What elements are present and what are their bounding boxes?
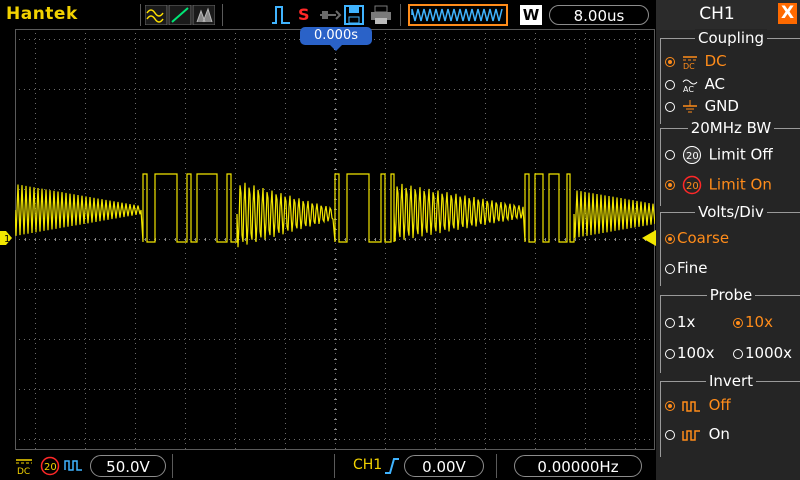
radio-selected-icon — [665, 180, 675, 190]
channel-1-marker[interactable]: 1 — [0, 231, 12, 245]
invert-section: Invert Off On — [660, 372, 800, 457]
menu-header: CH1 X — [656, 0, 800, 30]
probe-option-1000x-label: 1000x — [745, 344, 793, 362]
trigger-position-marker[interactable]: 0.000s — [300, 27, 372, 45]
divider — [172, 454, 173, 478]
volts-div-section: Volts/Div Coarse Fine — [660, 203, 800, 286]
channel-1-marker-label: 1 — [4, 234, 10, 245]
bw-option-limit-off-label: Limit Off — [708, 145, 773, 164]
probe-option-1x-label: 1x — [677, 313, 696, 331]
bw-title: 20MHz BW — [687, 119, 775, 137]
volts-option-fine-label: Fine — [677, 259, 708, 277]
bw-option-limit-on[interactable]: 20 Limit On — [665, 175, 772, 195]
invert-title: Invert — [705, 372, 757, 390]
coupling-option-ac-label: AC — [704, 75, 726, 93]
dc-icon: DC — [682, 55, 697, 70]
coupling-option-ac[interactable]: AC AC — [665, 75, 725, 93]
radio-selected-icon — [665, 233, 675, 244]
bw-limit-label: 20 — [44, 462, 57, 473]
bw-option-limit-off[interactable]: 20 Limit Off — [665, 145, 773, 165]
coupling-title: Coupling — [694, 29, 768, 47]
radio-unselected-icon — [665, 79, 675, 90]
dc-coupling-icon: DC — [16, 459, 32, 475]
trigger-level-marker[interactable] — [642, 230, 656, 246]
invert-option-off[interactable]: Off — [665, 396, 731, 414]
memory-waveform-overview[interactable] — [408, 4, 508, 26]
brand-logo: Hantek — [6, 4, 78, 24]
probe-option-100x-label: 100x — [677, 344, 715, 362]
radio-unselected-icon — [665, 101, 675, 112]
probe-title: Probe — [706, 286, 756, 304]
invert-option-on-label: On — [708, 425, 730, 443]
display-mode-icons[interactable] — [145, 5, 215, 25]
frequency-readout: 0.00000Hz — [514, 455, 642, 477]
radio-unselected-icon — [665, 150, 675, 160]
bw-20-on-icon: 20 — [682, 175, 702, 195]
bw-20-on-text: 20 — [686, 181, 699, 192]
waveform-display — [15, 29, 655, 450]
wave-mode-badge: W — [520, 5, 542, 25]
bw-limit-icon: 20 — [40, 456, 60, 476]
radio-unselected-icon — [665, 348, 675, 359]
invert-option-off-label: Off — [708, 396, 731, 414]
probe-option-1000x[interactable]: 1000x — [733, 344, 792, 362]
trigger-edge-icon — [272, 6, 290, 24]
probe-option-10x-label: 10x — [745, 313, 773, 331]
probe-option-10x[interactable]: 10x — [733, 313, 773, 331]
radio-selected-icon — [733, 317, 743, 328]
channel-menu: CH1 X Coupling DC DC AC AC GND 20MHz BW … — [656, 0, 800, 480]
ground-icon — [682, 99, 697, 112]
coupling-option-dc[interactable]: DC DC — [665, 52, 727, 70]
divider — [222, 4, 223, 26]
print-icon[interactable] — [370, 5, 392, 25]
close-button[interactable]: X — [778, 3, 797, 24]
radio-selected-icon — [665, 400, 675, 411]
save-icon[interactable] — [344, 5, 364, 25]
invert-off-icon — [64, 460, 82, 471]
coupling-option-gnd-label: GND — [704, 97, 739, 115]
volts-div-readout[interactable]: 50.0V — [90, 455, 166, 477]
radio-unselected-icon — [733, 348, 743, 359]
coupling-section: Coupling DC DC AC AC GND — [660, 29, 800, 124]
usb-icon — [320, 10, 342, 20]
bw-option-limit-on-label: Limit On — [708, 175, 772, 194]
probe-section: Probe 1x 10x 100x 1000x — [660, 286, 800, 373]
volts-div-title: Volts/Div — [695, 203, 767, 221]
ac-icon-text: AC — [683, 85, 694, 93]
volts-option-fine[interactable]: Fine — [665, 259, 707, 277]
radio-unselected-icon — [665, 263, 675, 274]
invert-option-on[interactable]: On — [665, 425, 730, 443]
coupling-option-dc-label: DC — [704, 52, 727, 70]
bottom-status-bar: DC 20 50.0V CH1 0.00V 0.00000Hz — [0, 452, 656, 480]
bw-limit-section: 20MHz BW 20 Limit Off 20 Limit On — [660, 119, 800, 206]
radio-unselected-icon — [665, 429, 675, 440]
divider — [400, 4, 401, 26]
volts-option-coarse-label: Coarse — [677, 229, 730, 247]
trigger-source: CH1 — [353, 457, 383, 473]
radio-unselected-icon — [665, 317, 675, 328]
divider — [334, 454, 335, 478]
divider — [496, 454, 497, 478]
trigger-status: S — [298, 5, 310, 24]
dc-icon-text: DC — [683, 62, 695, 70]
volts-option-coarse[interactable]: Coarse — [665, 229, 729, 247]
bw-20-text: 20 — [686, 151, 699, 162]
top-status-bar: Hantek S W 8.00us — [0, 0, 656, 30]
divider — [140, 4, 141, 26]
ac-icon: AC — [682, 79, 698, 93]
invert-on-icon — [682, 429, 700, 441]
radio-selected-icon — [665, 56, 675, 67]
probe-option-100x[interactable]: 100x — [665, 344, 715, 362]
coupling-label: DC — [17, 467, 30, 475]
rising-edge-icon — [385, 458, 399, 474]
menu-title: CH1 — [699, 4, 735, 24]
probe-option-1x[interactable]: 1x — [665, 313, 695, 331]
bw-20-icon: 20 — [682, 146, 701, 164]
timebase-readout[interactable]: 8.00us — [549, 5, 649, 25]
invert-off-icon — [682, 400, 700, 412]
trigger-level-readout[interactable]: 0.00V — [404, 455, 484, 477]
trigger-position-arrow — [330, 45, 342, 51]
coupling-option-gnd[interactable]: GND — [665, 97, 739, 115]
